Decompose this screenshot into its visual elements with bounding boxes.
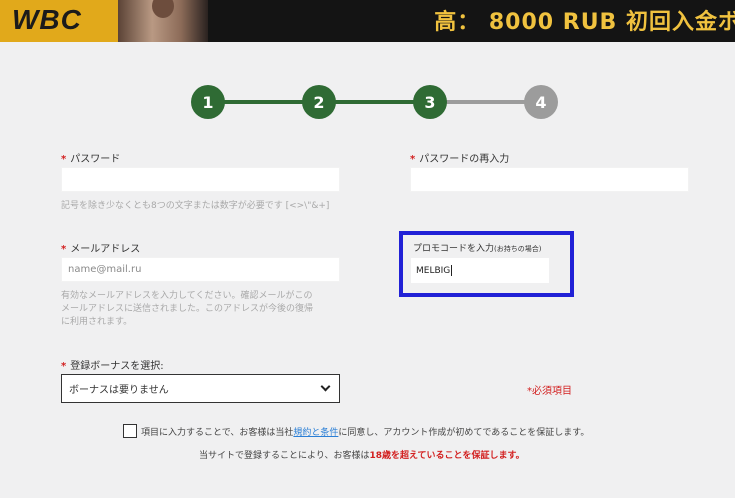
step-4: 4 [524, 85, 558, 119]
email-hint: 有効なメールアドレスを入力してください。確認メールがこの メールアドレスに送信さ… [61, 290, 313, 329]
password-confirm-label: * パスワードの再入力 [410, 150, 509, 165]
required-fields-note: *必須項目 [527, 386, 572, 397]
password-confirm-label-text: パスワードの再入力 [419, 154, 510, 165]
step-3: 3 [413, 85, 447, 119]
promo-banner[interactable]: WBC 高： 8000 RUB 初回入金ボ [0, 0, 735, 42]
password-label: * パスワード [61, 150, 120, 165]
banner-headline: 高： 8000 RUB 初回入金ボ [434, 10, 735, 35]
password-label-text: パスワード [70, 154, 121, 165]
promo-code-value: MELBIG [416, 265, 451, 276]
fighter-head [152, 0, 174, 18]
email-hint-line: に利用されます。 [61, 317, 133, 327]
password-confirm-field[interactable] [410, 167, 689, 192]
email-hint-line: メールアドレスに送信されました。このアドレスが今後の復帰 [61, 304, 314, 314]
age-note-emphasis: 18歳を超えていることを保証します。 [369, 451, 525, 461]
terms-text: 項目に入力することで、お客様は当社規約と条件に同意し、アカウント作成が初めてであ… [141, 425, 589, 438]
registration-stepper: 1 2 3 4 [191, 85, 558, 119]
email-hint-line: 有効なメールアドレスを入力してください。確認メールがこの [61, 291, 313, 301]
email-label: * メールアドレス [61, 240, 140, 255]
promo-label-sub: (お持ちの場合) [494, 245, 542, 253]
required-asterisk: * [410, 154, 416, 165]
bonus-select[interactable]: ボーナスは要りません [61, 374, 340, 403]
bonus-selected-value: ボーナスは要りません [69, 385, 169, 396]
age-confirmation-note: 当サイトで登録することにより、お客様は18歳を超えていることを保証します。 [199, 448, 525, 461]
bonus-label-text: 登録ボーナスを選択: [70, 361, 164, 372]
promo-code-field[interactable]: MELBIG [411, 258, 549, 283]
promo-label-text: プロモコードを入力 [413, 244, 495, 254]
fighter-image [118, 0, 208, 42]
required-asterisk: * [61, 244, 67, 255]
password-hint: 記号を除き少なくとも8つの文字または数字が必要です [<>\"&+] [61, 201, 330, 211]
promo-code-label: プロモコードを入力(お持ちの場合) [413, 241, 541, 254]
terms-checkbox[interactable] [123, 424, 137, 438]
terms-agreement: 項目に入力することで、お客様は当社規約と条件に同意し、アカウント作成が初めてであ… [123, 424, 589, 438]
step-2: 2 [302, 85, 336, 119]
bonus-label: * 登録ボーナスを選択: [61, 357, 164, 372]
age-note-text: 当サイトで登録することにより、お客様は [199, 451, 370, 461]
email-label-text: メールアドレス [70, 244, 141, 255]
required-asterisk: * [61, 154, 67, 165]
terms-text-before: 項目に入力することで、お客様は当社 [141, 427, 294, 438]
terms-link[interactable]: 規約と条件 [293, 428, 338, 438]
chevron-down-icon [320, 381, 331, 392]
text-caret [451, 265, 453, 276]
password-field[interactable] [61, 167, 340, 192]
required-asterisk: * [61, 361, 67, 372]
promo-code-highlight: プロモコードを入力(お持ちの場合) MELBIG [399, 231, 574, 297]
step-1: 1 [191, 85, 225, 119]
email-field[interactable]: name@mail.ru [61, 257, 340, 282]
terms-text-after: に同意し、アカウント作成が初めてであることを保証します。 [338, 427, 590, 438]
wbc-logo: WBC [12, 4, 82, 35]
